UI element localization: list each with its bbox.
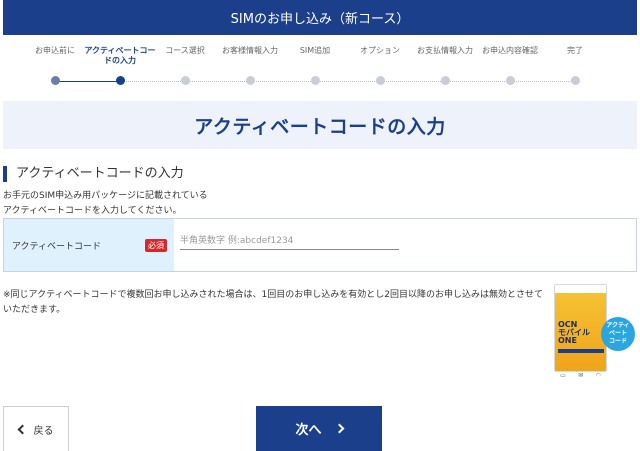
step-line-done [55,81,120,82]
step-3: コース選択 [148,46,222,85]
step-label: アクティベートコードの入力 [84,46,156,65]
back-button-label: 戻る [33,425,54,437]
back-button[interactable]: 戻る [3,406,69,451]
chevron-left-icon [17,424,27,434]
badge-line-1: アクティ [606,322,630,329]
intro-line-2: アクティベートコードを入力してください。 [3,206,182,216]
step-label: 完了 [567,46,583,55]
section-intro: お手元のSIM申込み用パッケージに記載されている アクティベートコードを入力して… [3,189,208,219]
activation-code-badge: アクティ ベート コード [601,317,635,351]
duplicate-notice: ※同じアクティベートコードで複数回お申し込みされた場合は、1回目のお申し込みを有… [3,290,544,315]
header-title: SIMのお申し込み（新コース） [230,12,410,27]
package-box: OCN モバイル ONE [554,284,607,372]
badge-line-3: コード [608,338,627,345]
step-label: オプション [360,46,400,55]
progress-steps: お申込前に アクティベートコードの入力 コース選択 お客様情報入力 SIM追加 … [18,46,588,92]
step-label: お客様情報入力 [222,46,278,55]
next-button[interactable]: 次へ [256,406,382,451]
step-label: お支払情報入力 [417,46,473,55]
step-1: お申込前に [18,46,92,85]
logo-line-3: ONE [558,336,577,345]
intro-line-1: お手元のSIM申込み用パッケージに記載されている [3,191,208,201]
laptop-icon: ▭ [560,372,566,379]
step-label: お申込内容確認 [482,46,538,55]
chevron-right-icon [334,423,344,434]
step-dot [376,76,385,85]
step-label: SIM追加 [299,46,331,55]
package-stripe [558,349,604,353]
page-header: SIMのお申し込み（新コース） [3,0,637,35]
page-title-band: アクティベートコードの入力 [3,101,637,149]
step-dot [116,76,125,85]
step-6: オプション [343,46,417,85]
step-label: コース選択 [165,46,205,55]
package-top-strip [555,285,606,293]
step-label: お申込前に [35,46,75,55]
step-2: アクティベートコードの入力 [83,46,157,85]
page-title: アクティベートコードの入力 [194,115,446,138]
activation-code-label: アクティベートコード [12,241,102,252]
activation-code-row: アクティベートコード 必須 [3,218,637,272]
badge-line-2: ベート [608,330,627,337]
required-badge: 必須 [145,239,167,252]
wifi-icon: ◠ [595,372,601,379]
step-8: お申込内容確認 [473,46,547,85]
step-9: 完了 [538,46,612,85]
activation-code-label-cell: アクティベートコード 必須 [4,219,174,271]
step-dot [571,76,580,85]
step-7: お支払情報入力 [408,46,482,85]
package-icons: ▭ ✉ ◠ [554,372,607,379]
package-logo: OCN モバイル ONE [558,321,590,345]
section-heading: アクティベートコードの入力 [3,166,184,182]
step-dot [51,76,60,85]
step-dot [311,76,320,85]
step-5: SIM追加 [278,46,352,85]
next-button-label: 次へ [295,423,322,438]
step-dot [181,76,190,85]
step-4: お客様情報入力 [213,46,287,85]
activation-code-input-cell [174,219,636,271]
step-dot [506,76,515,85]
step-dot [441,76,450,85]
mail-icon: ✉ [578,372,584,379]
step-dot [246,76,255,85]
sim-package-image: OCN モバイル ONE ▭ ✉ ◠ アクティ ベート コード [551,284,637,384]
activation-code-input[interactable] [180,232,399,250]
